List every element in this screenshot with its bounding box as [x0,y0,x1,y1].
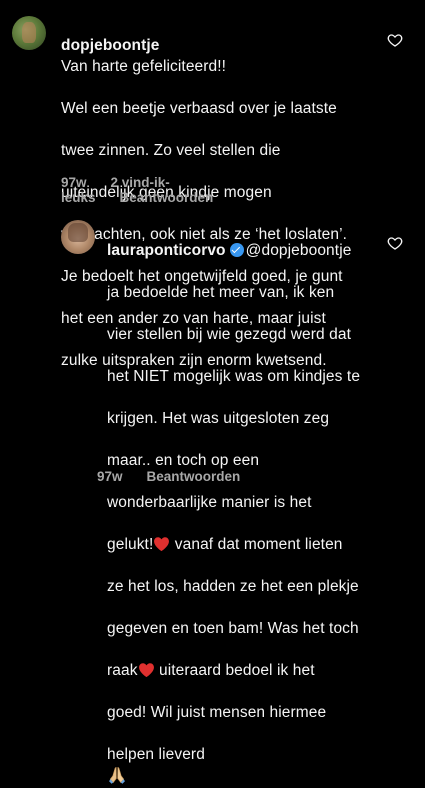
verified-badge-icon [229,243,244,257]
reply-button[interactable]: Beantwoorden [120,190,214,205]
red-heart-emoji [138,663,154,678]
reply-meta: 97w Beantwoorden [97,469,264,484]
red-heart-emoji [154,537,170,552]
comment-line: Van harte gefeliciteerd!! [61,58,227,75]
comment-line: vanaf dat moment lieten [170,536,343,553]
avatar-lauraponticorvo[interactable] [61,220,95,254]
comment-line: maar.. en toch op een [107,452,260,469]
comment-line: uiteraard bedoel ik het [154,662,315,679]
comment-line: ze het los, hadden ze het een plekje [107,578,359,595]
comment-time: 97w [97,469,123,484]
comment-line: Wel een beetje verbaasd over je laatste [61,100,337,117]
folded-hands-emoji [109,767,125,784]
comment-line: gegeven en toen bam! Was het toch [107,620,359,637]
heart-outline-icon[interactable] [387,32,403,48]
mention-link[interactable]: @dopjeboontje [246,242,352,259]
comment-line: gelukt! [107,536,154,553]
reply-button[interactable]: Beantwoorden [147,469,241,484]
heart-outline-icon[interactable] [387,235,403,251]
avatar-dopjeboontje[interactable] [12,16,46,50]
comment-line: het NIET mogelijk was om kindjes te [107,368,361,385]
comment-line: raak [107,662,138,679]
reply-body: lauraponticorvo @dopjeboontje ja bedoelde… [107,219,397,788]
comment-line: vier stellen bij wie gezegd werd dat [107,326,351,343]
comment-time: 97w [61,175,87,190]
comment-line: wonderbaarlijke manier is het [107,494,312,511]
comment-line: helpen lieverd [107,746,205,763]
comment-line: goed! Wil juist mensen hiermee [107,704,327,721]
comment-line: krijgen. Het was uitgesloten zeg [107,410,330,427]
comment-line: twee zinnen. Zo veel stellen die [61,142,281,159]
username-link[interactable]: dopjeboontje [61,37,160,54]
comment-meta: 97w 2 vind-ik-leuks Beantwoorden [61,175,237,205]
comment-line: ja bedoelde het meer van, ik ken [107,284,335,301]
username-link[interactable]: lauraponticorvo [107,242,226,259]
